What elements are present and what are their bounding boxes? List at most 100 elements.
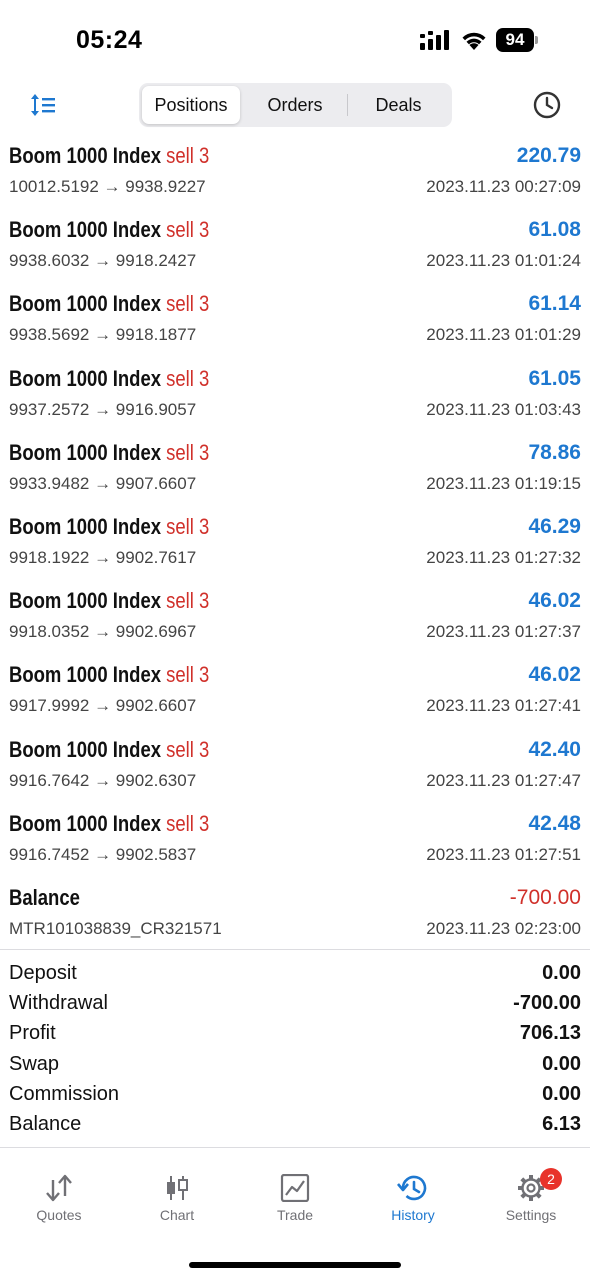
deal-profit: 46.02 [528,589,581,613]
candlestick-icon [167,1176,188,1200]
summary-row: Profit 706.13 [0,1018,590,1048]
settings-notification-badge: 2 [540,1168,562,1190]
deal-row[interactable]: Boom 1000 Index sell 3 61.08 9938.6032 → 9… [0,208,590,282]
deal-profit: 46.02 [528,663,581,687]
deal-title: Balance [9,885,80,911]
segment-orders[interactable]: Orders [244,86,346,124]
deal-row[interactable]: Boom 1000 Index sell 3 78.86 9933.9482 → 9… [0,431,590,505]
summary-value: 0.00 [542,1082,581,1105]
quotes-arrows-icon [46,1174,72,1202]
deal-row[interactable]: Boom 1000 Index sell 3 46.29 9918.1922 → 9… [0,505,590,579]
tab-settings[interactable]: 2 Settings [472,1168,590,1234]
deal-time: 2023.11.23 01:03:43 [426,399,581,419]
deal-type: sell 3 [166,588,210,614]
deal-time: 2023.11.23 01:27:37 [426,622,581,642]
account-summary: Deposit 0.00 Withdrawal -700.00 Profit 706.13… [0,958,590,1139]
deal-row[interactable]: Balance -700.00 MTR101038839_CR321571 2023.… [0,876,590,950]
deal-symbol: Boom 1000 Index [9,217,162,243]
tab-chart[interactable]: Chart [118,1174,236,1234]
deal-time: 2023.11.23 01:27:32 [426,547,581,567]
deal-title: Boom 1000 Index sell 3 [9,143,209,169]
tab-history-label: History [391,1207,435,1223]
tab-trade[interactable]: Trade [236,1174,354,1234]
deal-type: sell 3 [166,662,210,688]
deal-row[interactable]: Boom 1000 Index sell 3 42.48 9916.7452 → 9… [0,802,590,876]
deal-profit: 46.29 [528,514,581,538]
tab-history[interactable]: History [354,1174,472,1234]
deal-prices: 9938.5692 → 9918.1877 [9,325,197,345]
bottom-tab-bar: Quotes Chart Trade History 2 Settings [0,1148,590,1248]
deal-profit: -700.00 [509,885,581,909]
deal-time: 2023.11.23 01:27:51 [426,844,581,864]
deal-title: Boom 1000 Index sell 3 [9,366,209,392]
history-icon [397,1175,427,1201]
summary-value: 0.00 [542,1052,581,1075]
summary-row: Deposit 0.00 [0,958,590,988]
deal-symbol: Boom 1000 Index [9,588,162,614]
deal-type: sell 3 [166,810,210,836]
deal-profit: 42.48 [528,811,581,835]
deal-symbol: Boom 1000 Index [9,810,162,836]
deal-row[interactable]: Boom 1000 Index sell 3 46.02 9917.9992 → 9… [0,653,590,727]
deal-profit: 78.86 [528,440,581,464]
deal-profit: 61.08 [528,218,581,242]
summary-value: 6.13 [542,1112,581,1135]
deal-type: sell 3 [166,513,210,539]
deal-prices: 9916.7642 → 9902.6307 [9,770,197,790]
segment-deals[interactable]: Deals [348,86,449,124]
deal-symbol: Boom 1000 Index [9,291,162,317]
deal-title: Boom 1000 Index sell 3 [9,662,209,688]
deal-time: 2023.11.23 01:19:15 [426,473,581,493]
deal-prices: 9938.6032 → 9918.2427 [9,251,197,271]
deal-prices: 9917.9992 → 9902.6607 [9,696,197,716]
deal-time: 2023.11.23 01:27:41 [426,696,581,716]
deal-profit: 220.79 [516,144,581,167]
deals-list: Boom 1000 Index sell 3 220.79 10012.5192 →… [0,134,590,950]
deal-prices: 9918.1922 → 9902.7617 [9,547,197,567]
deal-prices: 9937.2572 → 9916.9057 [9,399,197,419]
deal-row[interactable]: Boom 1000 Index sell 3 61.14 9938.5692 → 9… [0,282,590,356]
tab-settings-label: Settings [505,1207,557,1223]
deal-type: sell 3 [166,291,210,317]
deal-symbol: Boom 1000 Index [9,736,162,762]
deal-type: sell 3 [166,439,210,465]
deal-symbol: Boom 1000 Index [9,513,162,539]
deal-type: sell 3 [166,365,210,391]
deal-row[interactable]: Boom 1000 Index sell 3 220.79 10012.5192 →… [0,134,590,208]
clock-icon[interactable] [532,90,562,120]
deal-prices: MTR101038839_CR321571 [9,918,222,938]
cellular-signal-icon [420,30,449,50]
deal-symbol: Balance [9,884,80,910]
summary-divider [0,949,590,950]
deal-title: Boom 1000 Index sell 3 [9,588,209,614]
history-segment-control: Positions Orders Deals [139,83,452,127]
deal-symbol: Boom 1000 Index [9,143,162,168]
home-indicator [189,1262,401,1268]
summary-label: Commission [9,1082,120,1105]
deal-profit: 61.05 [528,366,581,390]
deal-row[interactable]: Boom 1000 Index sell 3 61.05 9937.2572 → 9… [0,357,590,431]
deal-time: 2023.11.23 01:27:47 [426,770,581,790]
segment-positions[interactable]: Positions [142,86,240,124]
summary-value: -700.00 [513,992,581,1015]
deal-profit: 61.14 [528,292,581,316]
deal-prices: 9916.7452 → 9902.5837 [9,844,197,864]
deal-prices: 9918.0352 → 9902.6967 [9,622,197,642]
tab-chart-label: Chart [159,1207,195,1223]
deal-title: Boom 1000 Index sell 3 [9,440,209,466]
summary-value: 706.13 [519,1022,581,1045]
deal-row[interactable]: Boom 1000 Index sell 3 42.40 9916.7642 → 9… [0,728,590,802]
summary-label: Withdrawal [9,992,108,1015]
summary-row: Balance 6.13 [0,1109,590,1139]
deal-time: 2023.11.23 01:01:24 [426,251,581,271]
toolbar: Positions Orders Deals [0,80,590,130]
sort-icon[interactable] [30,92,58,118]
deal-row[interactable]: Boom 1000 Index sell 3 46.02 9918.0352 → 9… [0,579,590,653]
battery-tip [535,36,538,44]
deal-profit: 42.40 [528,737,581,761]
battery-level: 94 [496,28,534,52]
deal-title: Boom 1000 Index sell 3 [9,811,209,837]
tab-quotes[interactable]: Quotes [0,1174,118,1234]
deal-title: Boom 1000 Index sell 3 [9,514,209,540]
summary-row: Swap 0.00 [0,1049,590,1079]
